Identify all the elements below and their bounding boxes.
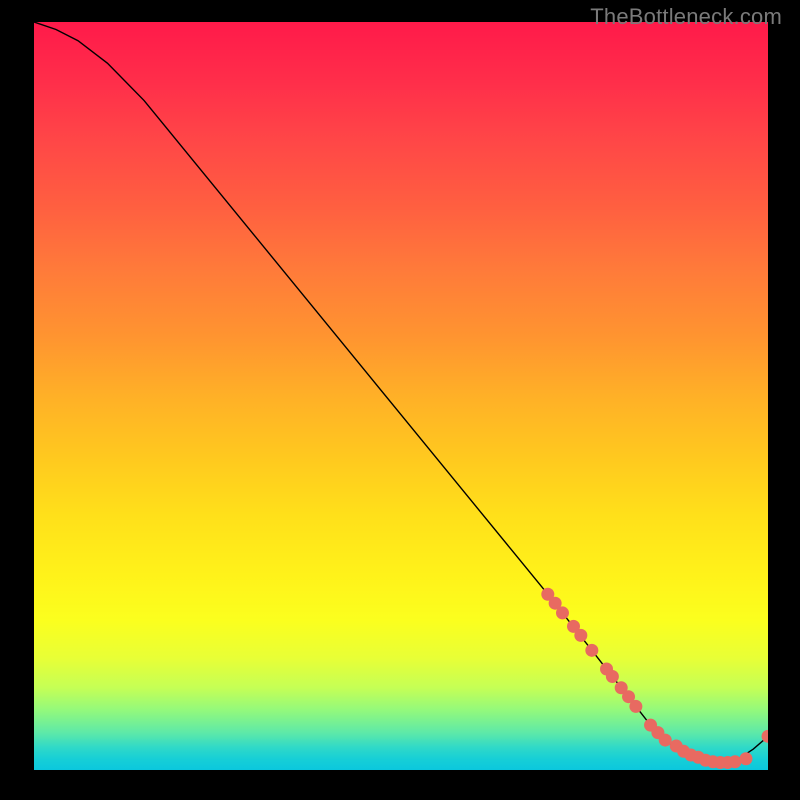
- watermark-text: TheBottleneck.com: [590, 4, 782, 30]
- curve-line: [34, 22, 768, 763]
- data-marker: [629, 700, 642, 713]
- data-marker: [574, 629, 587, 642]
- data-marker: [659, 734, 672, 747]
- chart-svg: [34, 22, 768, 770]
- data-marker: [556, 606, 569, 619]
- data-marker: [728, 755, 741, 768]
- data-marker: [606, 670, 619, 683]
- chart-plot-area: [34, 22, 768, 770]
- marker-group: [541, 588, 768, 769]
- data-marker: [739, 752, 752, 765]
- data-marker: [585, 644, 598, 657]
